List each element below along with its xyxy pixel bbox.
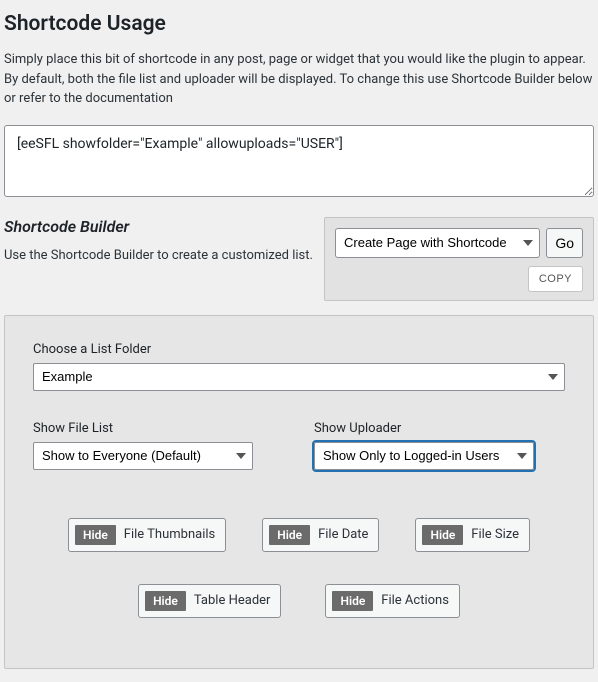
hide-pill: Hide (75, 525, 116, 545)
options-panel: Choose a List Folder Example Show File L… (4, 315, 594, 669)
folder-label: Choose a List Folder (33, 342, 565, 357)
hide-pill: Hide (332, 591, 373, 611)
hide-pill: Hide (269, 525, 310, 545)
page-heading: Shortcode Usage (4, 12, 594, 36)
toggle-label: File Size (471, 527, 519, 542)
folder-select[interactable]: Example (33, 363, 565, 391)
uploader-select[interactable]: Show Only to Logged-in Users (314, 442, 534, 470)
toggle-actions[interactable]: Hide File Actions (325, 584, 459, 618)
hide-pill: Hide (145, 591, 186, 611)
toggle-label: File Date (318, 527, 368, 542)
toggle-date[interactable]: Hide File Date (262, 518, 379, 552)
uploader-label: Show Uploader (314, 421, 565, 436)
filelist-select[interactable]: Show to Everyone (Default) (33, 442, 253, 470)
toggle-label: Table Header (194, 593, 271, 608)
toggle-header[interactable]: Hide Table Header (138, 584, 281, 618)
copy-button[interactable]: COPY (528, 266, 583, 292)
builder-title: Shortcode Builder (4, 217, 314, 236)
hide-pill: Hide (422, 525, 463, 545)
builder-description: Use the Shortcode Builder to create a cu… (4, 246, 314, 266)
toggle-size[interactable]: Hide File Size (415, 518, 530, 552)
toggle-label: File Thumbnails (124, 527, 215, 542)
go-button[interactable]: Go (546, 228, 583, 258)
toggle-thumbnails[interactable]: Hide File Thumbnails (68, 518, 226, 552)
shortcode-textarea[interactable] (4, 125, 594, 197)
toggle-label: File Actions (381, 593, 449, 608)
builder-actions-panel: Create Page with Shortcode Go COPY (324, 217, 594, 301)
filelist-label: Show File List (33, 421, 284, 436)
intro-text: Simply place this bit of shortcode in an… (4, 50, 594, 109)
create-page-select[interactable]: Create Page with Shortcode (335, 228, 540, 258)
